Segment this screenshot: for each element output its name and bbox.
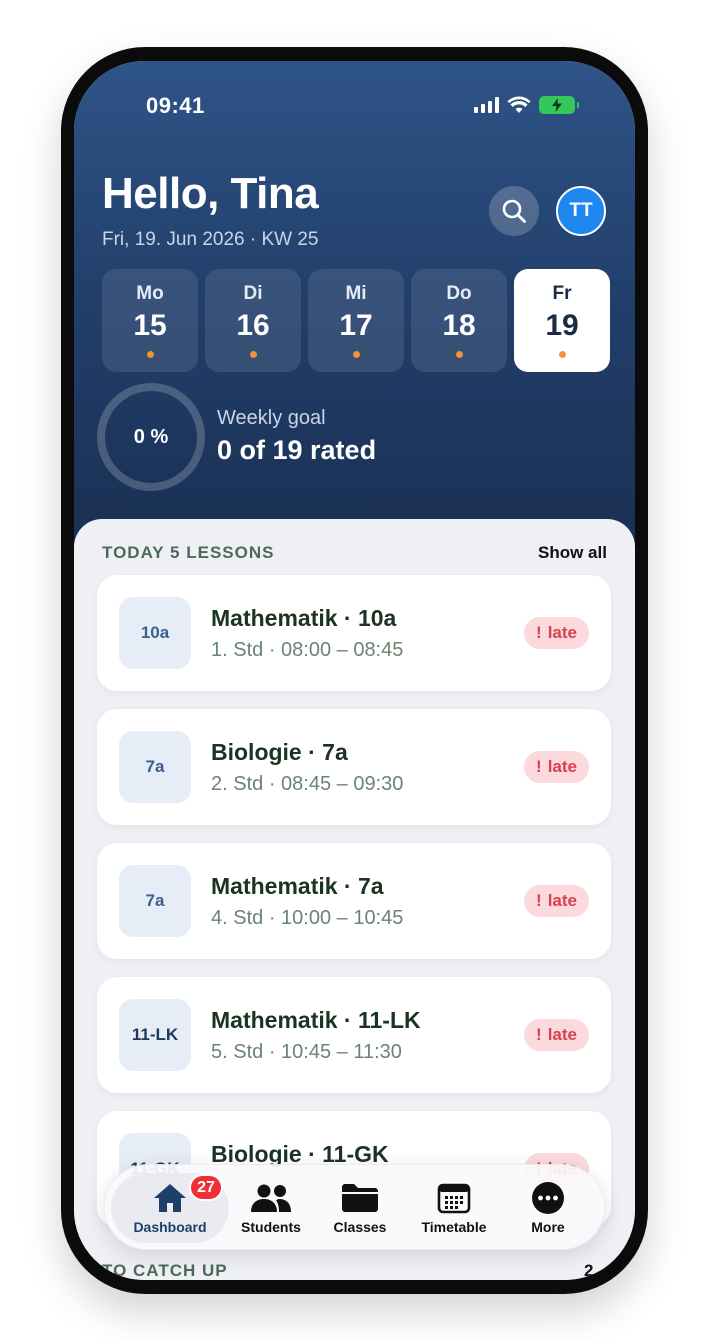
day-date: 15	[133, 309, 167, 342]
show-all-link[interactable]: Show all	[538, 543, 607, 563]
week-day-picker: Mo 15 Di 16 Mi 17 Do 18 Fr 19	[102, 269, 610, 372]
tab-more[interactable]: More	[513, 1173, 583, 1243]
tab-classes[interactable]: Classes	[325, 1173, 395, 1243]
late-label: late	[547, 891, 577, 910]
class-badge: 7a	[119, 865, 191, 937]
tab-label: More	[531, 1219, 565, 1235]
exclamation-icon: !	[536, 757, 542, 776]
day-name: Di	[243, 283, 263, 304]
weekly-goal-label: Weekly goal	[217, 407, 326, 429]
more-icon	[532, 1182, 564, 1214]
lesson-title: Mathematik · 11-LK	[211, 1007, 421, 1033]
day-thursday[interactable]: Do 18	[411, 269, 507, 372]
lesson-dot	[352, 351, 360, 358]
day-friday[interactable]: Fr 19	[514, 269, 610, 372]
lesson-title: Mathematik · 10a	[211, 605, 397, 631]
day-date: 18	[442, 309, 476, 342]
lesson-title: Mathematik · 7a	[211, 873, 384, 899]
notification-badge: 27	[189, 1174, 223, 1201]
lesson-title: Biologie · 7a	[211, 739, 348, 765]
catch-up-section-title: TO CATCH UP	[102, 1261, 228, 1280]
tab-timetable[interactable]: Timetable	[409, 1173, 499, 1243]
day-name: Mo	[136, 283, 164, 304]
tab-label: Timetable	[421, 1219, 487, 1235]
lesson-time: 5. Std · 10:45 – 11:30	[211, 1041, 402, 1063]
class-badge: 10a	[119, 597, 191, 669]
exclamation-icon: !	[536, 623, 542, 642]
late-label: late	[547, 1025, 577, 1044]
day-wednesday[interactable]: Mi 17	[308, 269, 404, 372]
late-badge: ! late	[524, 885, 589, 917]
late-badge: ! late	[524, 1019, 589, 1051]
weekly-goal-percent: 0 %	[133, 425, 169, 448]
date-line: Fri, 19. Jun 2026 · KW 25	[102, 229, 319, 250]
tab-bar: Dashboard 27 Students Classes Timetable …	[104, 1164, 605, 1250]
day-date: 16	[236, 309, 270, 342]
weekly-goal-value: 0 of 19 rated	[217, 435, 377, 465]
day-tuesday[interactable]: Di 16	[205, 269, 301, 372]
tab-label: Dashboard	[133, 1219, 207, 1235]
today-section-title: TODAY 5 LESSONS	[102, 543, 275, 562]
lesson-list: 10a Mathematik · 10a 1. Std · 08:00 – 08…	[97, 575, 611, 1245]
lesson-card[interactable]: 7a Mathematik · 7a 4. Std · 10:00 – 10:4…	[97, 843, 611, 959]
status-icons	[474, 96, 579, 114]
late-label: late	[547, 757, 577, 776]
status-time: 09:41	[146, 93, 205, 118]
wifi-icon	[507, 96, 531, 113]
day-name: Mi	[345, 283, 367, 304]
exclamation-icon: !	[536, 891, 542, 910]
lesson-dot	[455, 351, 463, 358]
catch-up-count: 2	[584, 1261, 594, 1280]
tab-students[interactable]: Students	[231, 1173, 311, 1243]
folder-icon	[342, 1184, 378, 1212]
lesson-time: 1. Std · 08:00 – 08:45	[211, 639, 404, 661]
tab-dashboard[interactable]: Dashboard 27	[111, 1173, 229, 1243]
avatar[interactable]: TT	[556, 186, 606, 236]
tab-label: Classes	[333, 1219, 387, 1235]
lesson-card[interactable]: 10a Mathematik · 10a 1. Std · 08:00 – 08…	[97, 575, 611, 691]
day-monday[interactable]: Mo 15	[102, 269, 198, 372]
home-icon	[154, 1184, 186, 1212]
greeting: Hello, Tina	[102, 169, 319, 218]
class-badge: 7a	[119, 731, 191, 803]
late-badge: ! late	[524, 617, 589, 649]
lesson-dot	[249, 351, 257, 358]
late-badge: ! late	[524, 751, 589, 783]
lesson-card[interactable]: 7a Biologie · 7a 2. Std · 08:45 – 09:30 …	[97, 709, 611, 825]
lesson-dot	[146, 351, 154, 358]
app-screen: 09:41 Hello, Tina Fri, 19. Jun 2026 · KW…	[74, 61, 635, 1280]
day-name: Do	[446, 283, 472, 304]
search-button[interactable]	[489, 186, 539, 236]
lesson-card[interactable]: 11-LK Mathematik · 11-LK 5. Std · 10:45 …	[97, 977, 611, 1093]
calendar-icon	[437, 1183, 471, 1214]
battery-charging-icon	[539, 96, 579, 114]
class-badge: 11-LK	[119, 999, 191, 1071]
lesson-dot	[558, 351, 566, 358]
day-name: Fr	[552, 283, 572, 304]
search-icon	[502, 199, 526, 223]
day-date: 19	[545, 309, 579, 342]
lesson-time: 4. Std · 10:00 – 10:45	[211, 907, 404, 929]
tab-label: Students	[241, 1219, 301, 1235]
day-date: 17	[339, 309, 373, 342]
exclamation-icon: !	[536, 1025, 542, 1044]
lesson-time: 2. Std · 08:45 – 09:30	[211, 773, 404, 795]
cellular-signal-icon	[474, 97, 499, 113]
people-icon	[251, 1184, 291, 1212]
late-label: late	[547, 623, 577, 642]
weekly-goal-ring: 0 %	[97, 383, 205, 491]
